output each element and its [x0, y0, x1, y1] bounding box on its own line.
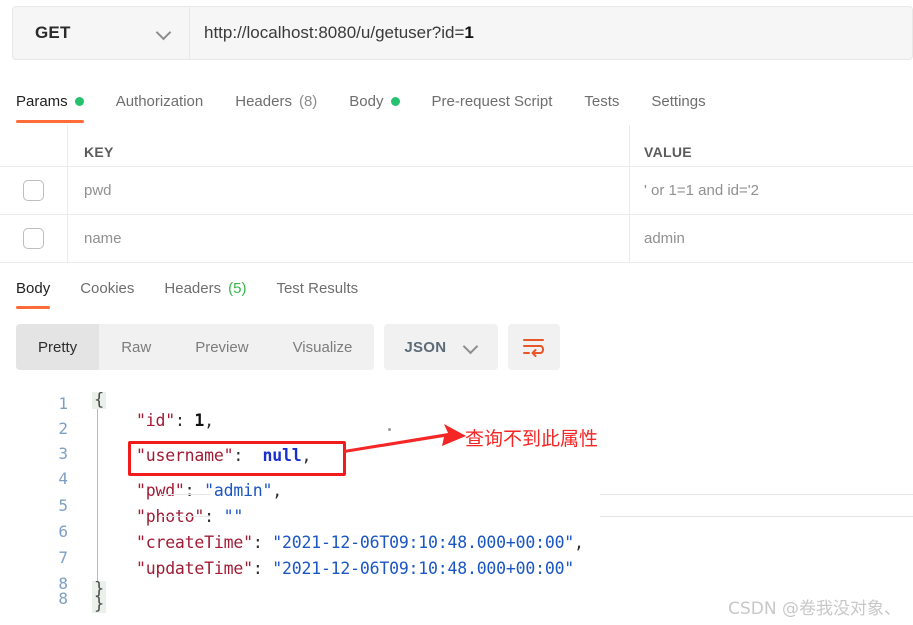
word-wrap-icon: [523, 339, 545, 357]
response-tab-body[interactable]: Body: [16, 266, 65, 310]
view-mode-pretty-label: Pretty: [38, 338, 78, 356]
row-key-cell[interactable]: pwd: [68, 167, 630, 214]
red-arrow-right-icon: [344, 424, 466, 453]
view-mode-preview[interactable]: Preview: [173, 324, 270, 370]
response-tab-body-label: Body: [16, 279, 51, 297]
code-fold-guide: [97, 404, 98, 584]
row-value-text: admin: [644, 230, 685, 247]
row-value-cell[interactable]: ' or 1=1 and id='2: [630, 167, 913, 214]
line-number: 4: [58, 469, 68, 488]
view-mode-visualize-label: Visualize: [292, 338, 353, 356]
tab-tests-label: Tests: [584, 92, 620, 110]
row-checkbox-cell[interactable]: [0, 215, 68, 262]
request-url-text: http://localhost:8080/u/getuser?id=: [204, 23, 465, 42]
row-value-cell[interactable]: admin: [630, 215, 913, 262]
line-number-ghost: 8: [58, 589, 68, 608]
view-mode-segmented-control: Pretty Raw Preview Visualize: [16, 324, 375, 370]
tab-tests[interactable]: Tests: [568, 78, 635, 124]
tab-headers[interactable]: Headers (8): [219, 78, 333, 124]
tab-body[interactable]: Body: [333, 78, 415, 124]
response-tab-cookies-label: Cookies: [80, 279, 135, 297]
line-number: 7: [58, 548, 68, 567]
active-tab-indicator: [16, 120, 84, 123]
tab-pre-request-script[interactable]: Pre-request Script: [416, 78, 569, 124]
code-line-3: "username": null,: [136, 446, 312, 465]
code-separator: [600, 494, 913, 495]
line-number: 6: [58, 522, 68, 541]
response-tab-test-results[interactable]: Test Results: [261, 266, 373, 310]
tab-pre-request-script-label: Pre-request Script: [431, 92, 553, 110]
row-key-cell[interactable]: name: [68, 215, 630, 262]
code-separator: [600, 516, 913, 517]
table-row[interactable]: name admin: [0, 215, 913, 263]
code-separator: [160, 494, 210, 495]
header-key-cell: KEY: [68, 125, 630, 166]
params-modified-dot-icon: [74, 96, 84, 106]
line-number: 3: [58, 444, 68, 463]
chevron-down-icon: [157, 26, 171, 40]
row-checkbox-cell[interactable]: [0, 167, 68, 214]
response-tab-cookies[interactable]: Cookies: [65, 266, 149, 310]
response-tab-headers-count: (5): [228, 279, 247, 297]
http-method-label: GET: [35, 23, 71, 42]
view-mode-raw[interactable]: Raw: [99, 324, 173, 370]
view-mode-raw-label: Raw: [121, 338, 152, 356]
tab-settings[interactable]: Settings: [635, 78, 721, 124]
json-close-brace-ghost: }: [92, 594, 107, 614]
annotation-note-text: 查询不到此属性: [465, 428, 599, 450]
tab-settings-label: Settings: [651, 92, 706, 110]
request-url-value: 1: [464, 23, 474, 42]
http-method-dropdown[interactable]: GET: [12, 6, 190, 60]
tab-params[interactable]: Params: [16, 78, 100, 124]
tab-authorization[interactable]: Authorization: [100, 78, 220, 124]
line-number: 1: [58, 394, 68, 413]
response-language-dropdown[interactable]: JSON: [384, 324, 499, 370]
tab-authorization-label: Authorization: [115, 92, 204, 110]
code-line-7: "updateTime": "2021-12-06T09:10:48.000+0…: [136, 559, 575, 578]
response-tabs: Body Cookies Headers (5) Test Results: [0, 266, 913, 310]
row-key-text: pwd: [84, 182, 112, 199]
checkbox-icon[interactable]: [23, 228, 44, 249]
line-number: 2: [58, 419, 68, 438]
response-tab-test-results-label: Test Results: [276, 279, 359, 297]
watermark-text: CSDN @卷我没对象、: [728, 599, 901, 619]
tab-body-label: Body: [349, 92, 384, 110]
tab-headers-label: Headers: [235, 92, 292, 110]
view-mode-pretty[interactable]: Pretty: [16, 324, 100, 370]
params-table: KEY VALUE pwd ' or 1=1 and id='2 name ad…: [0, 125, 913, 263]
row-value-text: ' or 1=1 and id='2: [644, 182, 759, 199]
body-modified-dot-icon: [390, 96, 400, 106]
code-line-2: "id": 1,: [136, 411, 214, 430]
tab-params-label: Params: [16, 92, 68, 110]
word-wrap-button[interactable]: [508, 324, 561, 370]
view-mode-visualize[interactable]: Visualize: [271, 324, 375, 370]
header-value-cell: VALUE: [630, 125, 913, 166]
line-number-gutter: 1 2 3 4 5 6 7 8 8: [0, 386, 84, 625]
column-header-key: KEY: [84, 144, 114, 160]
postman-window: GET http://localhost:8080/u/getuser?id= 1…: [0, 0, 913, 625]
column-header-value: VALUE: [644, 144, 692, 160]
checkbox-icon[interactable]: [23, 180, 44, 201]
table-row[interactable]: pwd ' or 1=1 and id='2: [0, 167, 913, 215]
request-url-bar: GET http://localhost:8080/u/getuser?id= 1: [12, 6, 913, 60]
code-line-4: "pwd": "admin",: [136, 481, 283, 500]
line-number: 5: [58, 496, 68, 515]
row-key-text: name: [84, 230, 122, 247]
request-url-input[interactable]: http://localhost:8080/u/getuser?id= 1: [190, 6, 913, 60]
response-tab-headers-label: Headers: [164, 279, 222, 297]
response-format-toolbar: Pretty Raw Preview Visualize JSON: [16, 324, 561, 370]
response-tab-headers[interactable]: Headers (5): [149, 266, 261, 310]
code-separator: [160, 516, 210, 517]
active-response-tab-indicator: [16, 306, 51, 309]
chevron-down-icon: [464, 340, 478, 354]
params-table-header-row: KEY VALUE: [0, 125, 913, 167]
header-checkbox-cell: [0, 125, 68, 166]
code-line-6: "createTime": "2021-12-06T09:10:48.000+0…: [136, 533, 584, 552]
request-tabs: Params Authorization Headers (8) Body Pr…: [0, 78, 913, 124]
view-mode-preview-label: Preview: [195, 338, 249, 356]
json-open-brace: {: [92, 390, 107, 410]
response-language-label: JSON: [404, 338, 447, 356]
tab-headers-count: (8): [298, 92, 318, 110]
